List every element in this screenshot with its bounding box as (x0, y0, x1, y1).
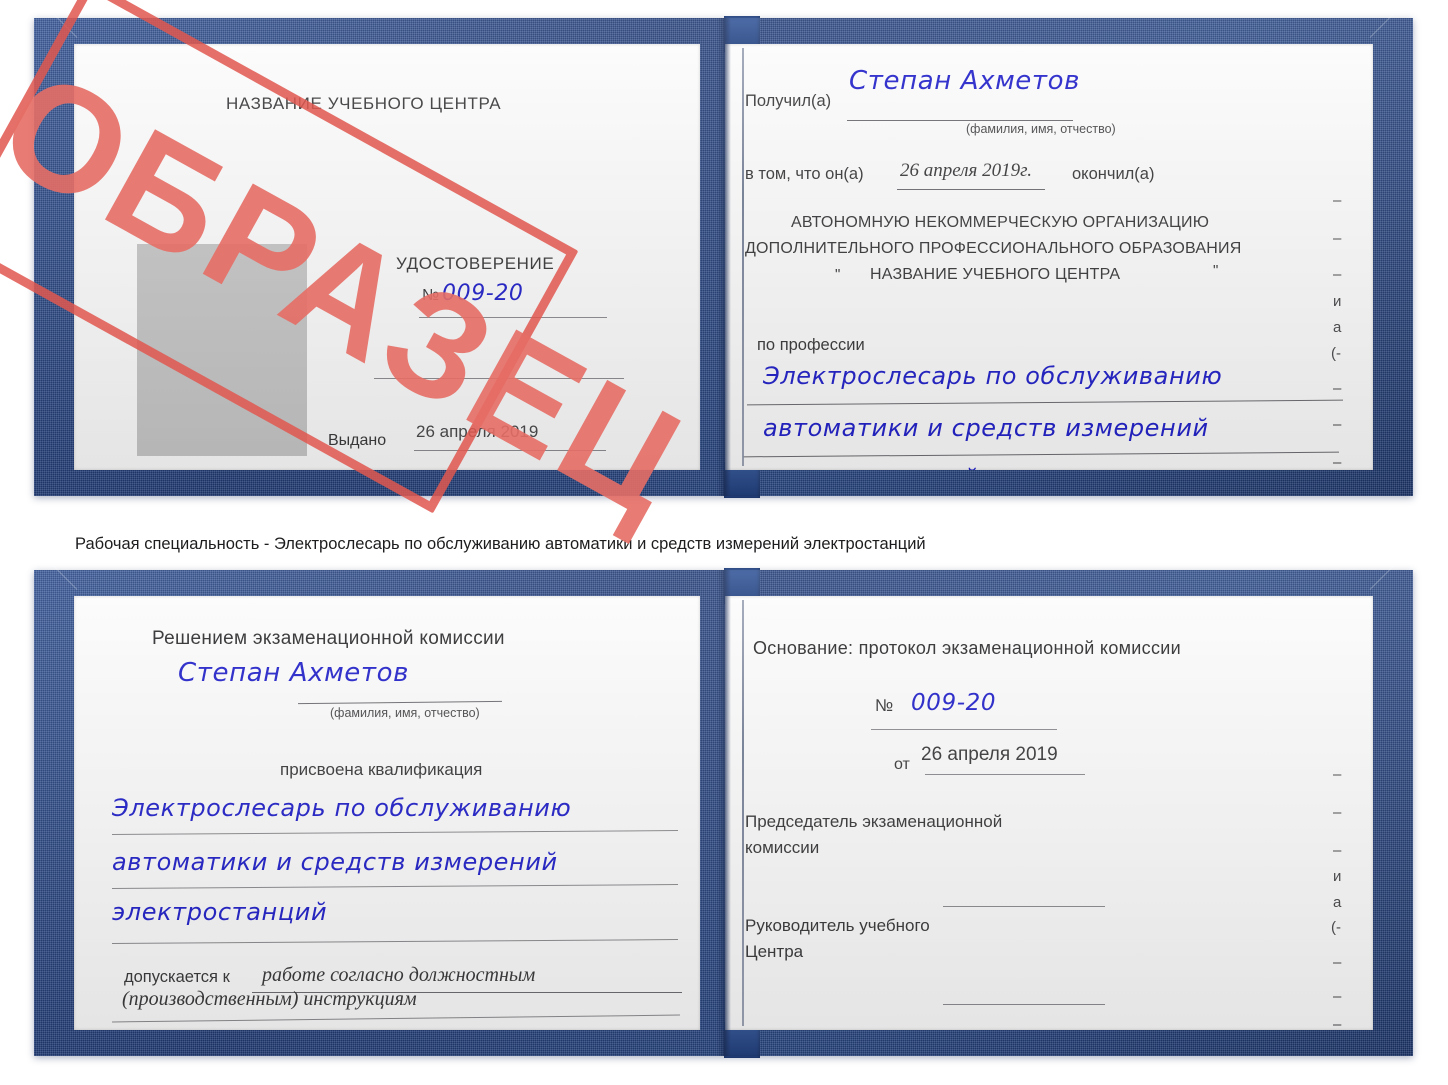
finished-label: окончил(а) (1072, 165, 1155, 183)
protocol-date-value: 26 апреля 2019 (921, 744, 1058, 765)
profession-label: по профессии (757, 336, 865, 354)
caption-text: Рабочая специальность - Электрослесарь п… (75, 535, 926, 553)
qualification-rule-1 (112, 830, 678, 835)
edge-mark-b9: – (1333, 1016, 1342, 1030)
profession-line-2: автоматики и средств измерений (763, 414, 1209, 442)
received-value: Степан Ахметов (849, 66, 1081, 96)
certificate-bottom-right-page: Основание: протокол экзаменационной коми… (725, 596, 1373, 1030)
bottom-name-value: Степан Ахметов (178, 658, 410, 688)
photo-placeholder (137, 244, 307, 456)
organization-line-3: НАЗВАНИЕ УЧЕБНОГО ЦЕНТРА (870, 266, 1121, 283)
that-he-value: 26 апреля 2019г. (900, 160, 1032, 181)
organization-quote-open: " (835, 266, 841, 283)
protocol-number-rule (871, 729, 1057, 730)
certificate-top-fold-line (742, 48, 744, 466)
edge-mark-b2: – (1333, 804, 1342, 821)
that-he-label: в том, что он(а) (745, 165, 864, 183)
issued-label: Выдано (328, 432, 387, 449)
qualification-line-3: электростанций (112, 898, 328, 926)
profession-line-1: Электрослесарь по обслуживанию (763, 362, 1223, 390)
edge-mark-6: (- (1331, 345, 1341, 362)
edge-mark-9: – (1333, 454, 1342, 470)
certificate-bottom-fold-line (742, 600, 744, 1026)
certificate-sample-sheet: НАЗВАНИЕ УЧЕБНОГО ЦЕНТРА УДОСТОВЕРЕНИЕ №… (0, 0, 1448, 1085)
organization-line-1: АВТОНОМНУЮ НЕКОММЕРЧЕСКУЮ ОРГАНИЗАЦИЮ (791, 214, 1210, 231)
cover-corner-top-right-2 (1369, 565, 1419, 614)
number-label: № (422, 287, 440, 304)
certificate-bottom-cover: Решением экзаменационной комиссии Степан… (28, 565, 1419, 1058)
edge-mark-3: – (1333, 266, 1342, 283)
chair-line-1: Председатель экзаменационной (745, 812, 1003, 831)
protocol-number-label: № (875, 696, 894, 715)
edge-mark-b5: а (1333, 894, 1342, 911)
admitted-value-line-1: работе согласно должностным (262, 964, 536, 986)
organization-line-2: ДОПОЛНИТЕЛЬНОГО ПРОФЕССИОНАЛЬНОГО ОБРАЗО… (745, 240, 1242, 257)
edge-mark-b6: (- (1331, 919, 1341, 936)
certificate-title: УДОСТОВЕРЕНИЕ (396, 254, 555, 273)
that-he-rule (897, 189, 1045, 190)
edge-mark-b7: – (1333, 954, 1342, 971)
protocol-date-rule (925, 774, 1085, 775)
certificate-top-right-page: Получил(а) Степан Ахметов (фамилия, имя,… (725, 44, 1373, 470)
profession-rule-1 (747, 399, 1343, 406)
qualification-rule-3 (112, 939, 678, 944)
edge-mark-2: – (1333, 230, 1342, 247)
cover-corner-top-left-2 (28, 565, 78, 614)
received-label: Получил(а) (745, 92, 832, 110)
protocol-date-label: от (894, 756, 910, 773)
qualification-line-1: Электрослесарь по обслуживанию (112, 794, 572, 822)
qualification-line-2: автоматики и средств измерений (112, 848, 558, 876)
number-value: 009-20 (442, 281, 524, 306)
certificate-top-cover: НАЗВАНИЕ УЧЕБНОГО ЦЕНТРА УДОСТОВЕРЕНИЕ №… (28, 13, 1419, 498)
edge-mark-b1: – (1333, 766, 1342, 783)
commission-heading: Решением экзаменационной комиссии (152, 628, 505, 649)
fio-hint-bottom: (фамилия, имя, отчество) (330, 706, 480, 720)
admitted-value-line-2: (производственным) инструкциям (122, 988, 417, 1010)
certificate-top-left-page: НАЗВАНИЕ УЧЕБНОГО ЦЕНТРА УДОСТОВЕРЕНИЕ №… (74, 44, 700, 470)
admitted-label: допускается к (124, 968, 230, 986)
blank-rule-1 (374, 378, 624, 379)
edge-mark-1: – (1333, 192, 1342, 209)
edge-mark-8: – (1333, 416, 1342, 433)
head-signature-rule (943, 1004, 1105, 1005)
basis-label: Основание: протокол экзаменационной коми… (753, 638, 1181, 658)
issued-rule (414, 450, 606, 451)
received-rule (847, 120, 1073, 121)
number-rule (419, 317, 607, 318)
cover-corner-top-left (28, 13, 78, 62)
qualification-label: присвоена квалификация (280, 760, 483, 779)
certificate-bottom-spine (717, 570, 731, 1056)
edge-mark-b8: – (1333, 988, 1342, 1005)
chair-signature-rule (943, 906, 1105, 907)
training-center-name-top: НАЗВАНИЕ УЧЕБНОГО ЦЕНТРА (226, 94, 502, 113)
edge-mark-7: – (1333, 380, 1342, 397)
edge-mark-b3: – (1333, 842, 1342, 859)
bottom-name-rule (298, 700, 502, 705)
cover-corner-top-right (1369, 13, 1419, 62)
certificate-top-spine (717, 18, 731, 496)
chair-line-2: комиссии (745, 838, 820, 857)
fio-hint-top: (фамилия, имя, отчество) (966, 122, 1116, 136)
certificate-bottom-left-page: Решением экзаменационной комиссии Степан… (74, 596, 700, 1030)
head-line-1: Руководитель учебного (745, 916, 930, 935)
profession-line-3: электростанций (763, 464, 978, 470)
protocol-number-value: 009-20 (911, 690, 997, 716)
qualification-rule-2 (112, 884, 678, 889)
edge-mark-b4: и (1333, 868, 1342, 885)
organization-quote-close: " (1213, 262, 1219, 279)
edge-mark-4: и (1333, 293, 1342, 310)
admitted-rule-2 (112, 1014, 680, 1023)
issued-value: 26 апреля 2019 (416, 422, 539, 441)
edge-mark-5: а (1333, 319, 1342, 336)
profession-rule-2 (743, 451, 1339, 458)
head-line-2: Центра (745, 942, 804, 961)
